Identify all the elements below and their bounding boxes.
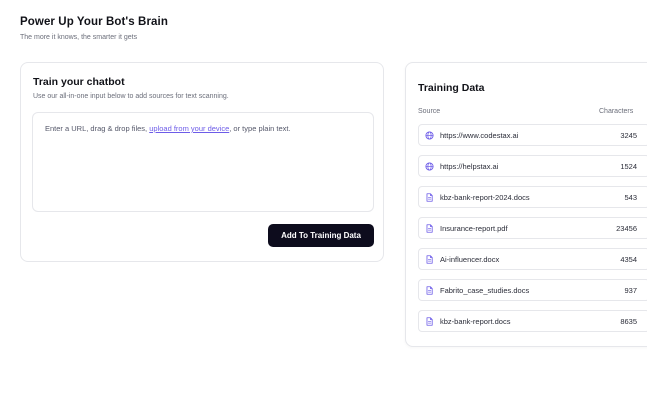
row-characters: 937 [624, 285, 637, 295]
training-data-row[interactable]: kbz-bank-report-2024.docs 543 [418, 186, 647, 208]
row-source: https://helpstax.ai [440, 161, 499, 171]
page-subtitle: The more it knows, the smarter it gets [20, 34, 138, 41]
page-title: Power Up Your Bot's Brain [20, 16, 168, 28]
column-header-source: Source [418, 108, 441, 115]
row-characters: 23456 [616, 223, 637, 233]
file-icon [425, 254, 434, 264]
row-source: Fabrito_case_studies.docs [440, 285, 530, 295]
row-characters: 8635 [620, 316, 637, 326]
row-characters: 3245 [620, 130, 637, 140]
train-chatbot-card: Train your chatbot Use our all-in-one in… [20, 62, 384, 262]
train-card-title: Train your chatbot [33, 76, 125, 88]
train-card-description: Use our all-in-one input below to add so… [33, 93, 229, 100]
add-to-training-data-button[interactable]: Add To Training Data [268, 224, 374, 247]
training-data-row[interactable]: Fabrito_case_studies.docs 937 [418, 279, 647, 301]
file-icon [425, 285, 434, 295]
input-placeholder: Enter a URL, drag & drop files, upload f… [45, 124, 291, 133]
row-source: Insurance-report.pdf [440, 223, 508, 233]
file-icon [425, 223, 434, 233]
training-data-title: Training Data [418, 82, 485, 94]
training-data-list: https://www.codestax.ai 3245 https://hel… [418, 124, 647, 341]
page-header: Power Up Your Bot's Brain The more it kn… [20, 16, 168, 41]
placeholder-text-start: Enter a URL, drag & drop files, [45, 124, 150, 133]
row-characters: 543 [624, 192, 637, 202]
row-source: Ai-influencer.docx [440, 254, 500, 264]
file-icon [425, 316, 434, 326]
training-data-row[interactable]: Ai-influencer.docx 4354 [418, 248, 647, 270]
training-data-row[interactable]: https://helpstax.ai 1524 [418, 155, 647, 177]
source-input-area[interactable]: Enter a URL, drag & drop files, upload f… [32, 112, 374, 212]
globe-icon [425, 161, 434, 171]
row-source: https://www.codestax.ai [440, 130, 519, 140]
training-data-card: Training Data Source Characters https://… [405, 62, 647, 347]
file-icon [425, 192, 434, 202]
column-header-characters: Characters [599, 108, 634, 115]
training-data-row[interactable]: Insurance-report.pdf 23456 [418, 217, 647, 239]
placeholder-text-end: , or type plain text. [229, 124, 291, 133]
training-data-row[interactable]: https://www.codestax.ai 3245 [418, 124, 647, 146]
upload-from-device-link[interactable]: upload from your device [149, 124, 229, 133]
row-characters: 4354 [620, 254, 637, 264]
row-source: kbz-bank-report-2024.docs [440, 192, 530, 202]
row-characters: 1524 [620, 161, 637, 171]
row-source: kbz-bank-report.docs [440, 316, 511, 326]
training-data-row[interactable]: kbz-bank-report.docs 8635 [418, 310, 647, 332]
globe-icon [425, 130, 434, 140]
